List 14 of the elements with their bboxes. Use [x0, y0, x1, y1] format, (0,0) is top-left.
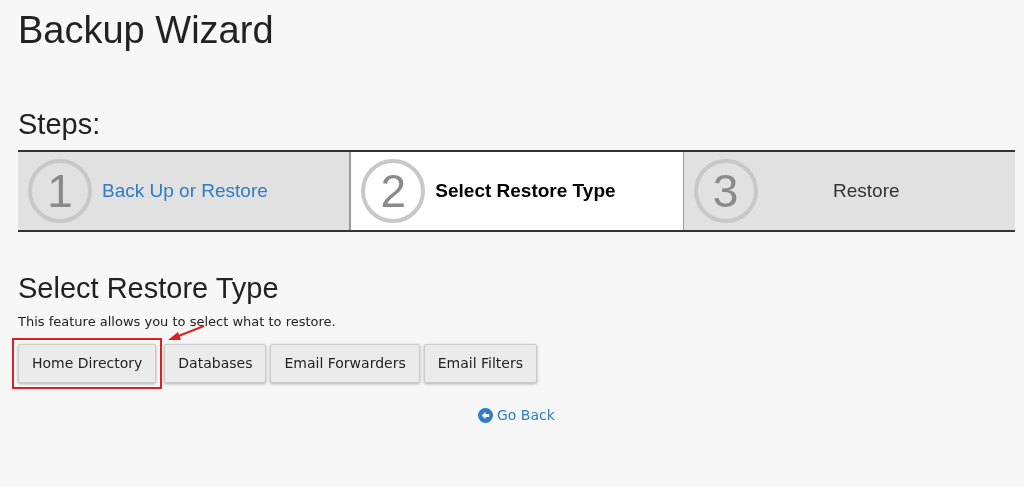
- steps-heading: Steps:: [18, 107, 102, 142]
- step-label: Restore: [833, 178, 901, 203]
- section-title: Select Restore Type: [18, 271, 280, 306]
- restore-button[interactable]: Email Forwarders: [270, 343, 420, 383]
- step-label: Select Restore Type: [435, 178, 616, 203]
- restore-button[interactable]: Email Filters: [423, 343, 537, 383]
- restore-button[interactable]: Databases: [164, 343, 267, 383]
- step-number: 3: [693, 159, 758, 223]
- description: This feature allows you to select what to restore.: [18, 313, 336, 331]
- step-number: 2: [361, 159, 426, 223]
- page-title: Backup Wizard: [18, 8, 275, 53]
- restore-button[interactable]: Home Directory: [18, 343, 157, 383]
- go-back-link[interactable]: Go Back: [478, 404, 555, 426]
- step-number: 1: [28, 159, 92, 223]
